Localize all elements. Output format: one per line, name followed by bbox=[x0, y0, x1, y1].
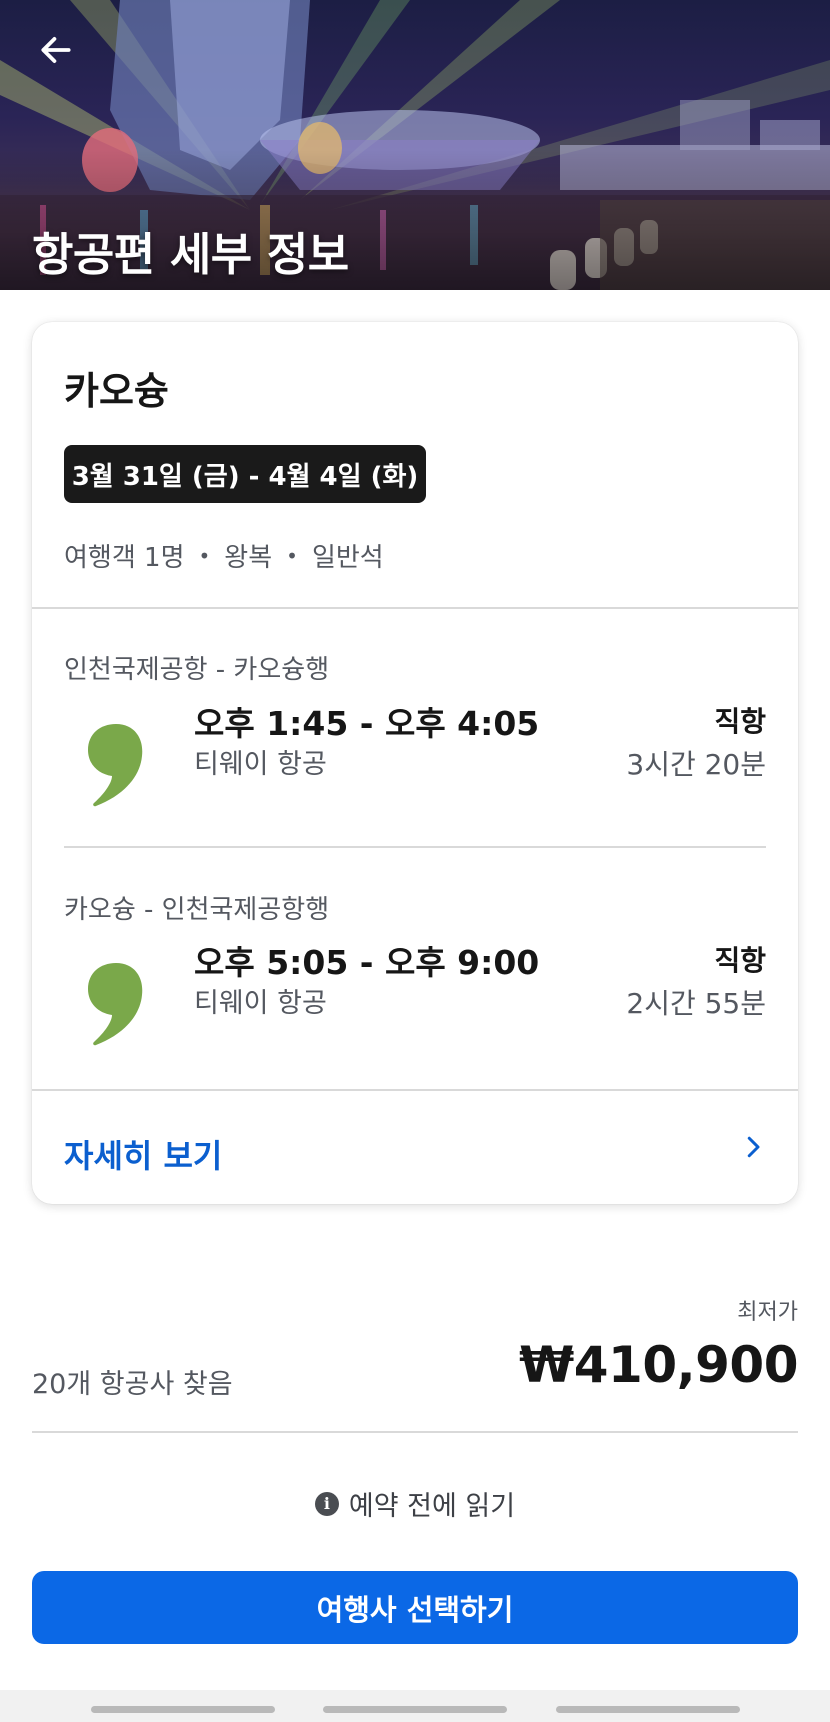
arrow-left-icon bbox=[41, 37, 71, 63]
leg-time: 오후 5:05 - 오후 9:00 bbox=[194, 943, 540, 982]
leg-airline: 티웨이 항공 bbox=[194, 988, 327, 1019]
section-divider bbox=[32, 607, 798, 609]
hero-banner: 항공편 세부 정보 bbox=[0, 0, 830, 290]
leg-stops: 직항 bbox=[714, 705, 766, 738]
tway-air-logo-icon bbox=[88, 724, 143, 807]
lowest-price: ₩410,900 bbox=[519, 1336, 798, 1394]
chevron-right-icon bbox=[747, 1136, 760, 1158]
page-title: 항공편 세부 정보 bbox=[32, 228, 349, 281]
trip-info: 여행객 1명 • 왕복 • 일반석 bbox=[64, 537, 384, 574]
select-agency-button[interactable]: 여행사 선택하기 bbox=[32, 1571, 798, 1644]
read-before-booking-label: 예약 전에 읽기 bbox=[348, 1491, 516, 1522]
leg-duration: 2시간 55분 bbox=[626, 987, 766, 1020]
separator-dot: • bbox=[286, 543, 298, 568]
trip-type: 왕복 bbox=[224, 543, 273, 573]
separator-dot: • bbox=[198, 543, 211, 568]
travelers-count: 여행객 1명 bbox=[64, 543, 185, 573]
leg-route: 카오슝 - 인천국제공항행 bbox=[64, 895, 330, 925]
view-details-button[interactable]: 자세히 보기 bbox=[32, 1091, 798, 1204]
leg-time: 오후 1:45 - 오후 4:05 bbox=[194, 704, 540, 743]
leg-airline: 티웨이 항공 bbox=[194, 749, 327, 780]
back-button[interactable] bbox=[28, 22, 84, 78]
destination-title: 카오슝 bbox=[64, 369, 169, 413]
view-details-label: 자세히 보기 bbox=[64, 1137, 223, 1175]
info-icon: i bbox=[314, 1491, 339, 1516]
leg-duration: 3시간 20분 bbox=[626, 748, 766, 781]
tway-air-logo-icon bbox=[88, 963, 143, 1046]
airlines-found-count: 20개 항공사 찾음 bbox=[32, 1369, 233, 1400]
read-before-booking-link[interactable]: i 예약 전에 읽기 bbox=[0, 1484, 830, 1523]
price-divider bbox=[32, 1431, 798, 1433]
nav-handle bbox=[91, 1706, 275, 1713]
nav-handle bbox=[323, 1706, 507, 1713]
flight-summary-card: 카오슝 3월 31일 (금) - 4월 4일 (화) 여행객 1명 • 왕복 •… bbox=[32, 322, 798, 1204]
leg-stops: 직항 bbox=[714, 944, 766, 977]
leg-route: 인천국제공항 - 카오슝행 bbox=[64, 655, 330, 685]
date-range-badge: 3월 31일 (금) - 4월 4일 (화) bbox=[64, 445, 426, 503]
nav-handle bbox=[556, 1706, 740, 1713]
system-nav-bar bbox=[0, 1690, 830, 1722]
price-caption: 최저가 bbox=[737, 1300, 798, 1325]
leg-divider bbox=[64, 846, 766, 848]
cabin-class: 일반석 bbox=[311, 543, 384, 573]
